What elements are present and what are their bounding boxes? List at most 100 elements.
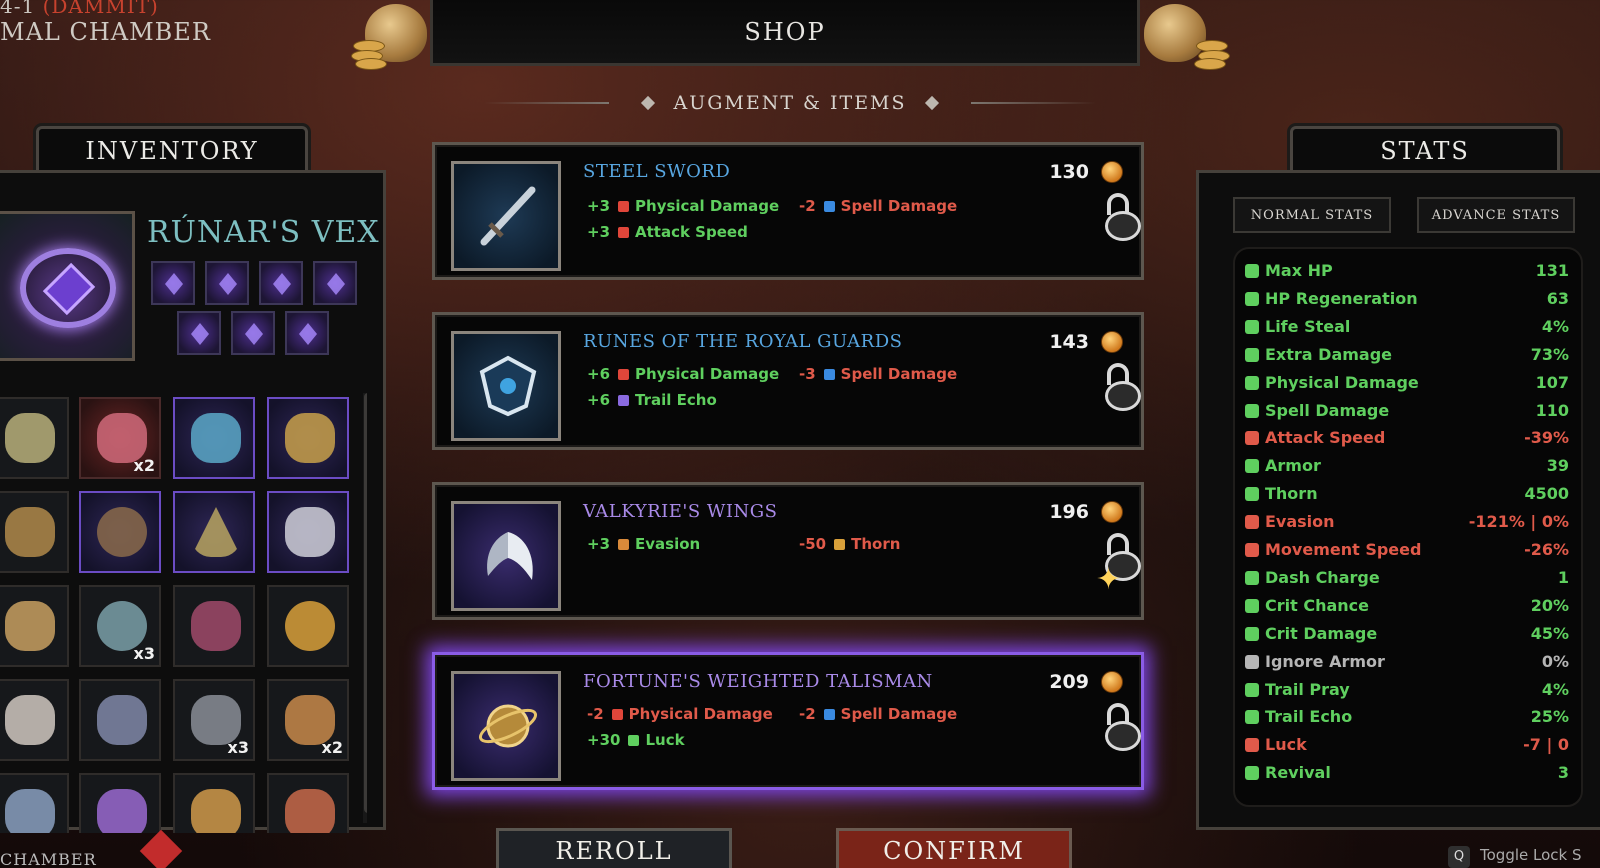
spell-damage-icon: [823, 369, 835, 380]
trail-echo-icon: [618, 395, 630, 406]
stat-icon: [1245, 766, 1259, 781]
sparkle-icon: ✦: [1095, 562, 1121, 597]
stat-row: Armor 39: [1245, 454, 1569, 480]
stat-row: Luck -7 | 0: [1245, 733, 1569, 759]
stat-icon: [1245, 431, 1259, 446]
inventory-slot[interactable]: [173, 397, 255, 479]
shop-item-card[interactable]: VALKYRIE'S WINGS 196 +3 Evasion -50 Thorn …: [432, 482, 1144, 620]
evasion-icon: [618, 539, 630, 550]
stat-row: Extra Damage 73%: [1245, 343, 1569, 369]
item-stat: -2 Physical Damage: [587, 705, 773, 723]
stat-row: Physical Damage 107: [1245, 371, 1569, 397]
inventory-panel: RÚNAR'S VEX x2 x3 x3 x2: [0, 170, 386, 833]
shop-item-card-selected[interactable]: FORTUNE'S WEIGHTED TALISMAN 209 -2 Physic…: [432, 652, 1144, 790]
stat-row: Trail Echo 25%: [1245, 705, 1569, 731]
stat-icon: [1245, 403, 1259, 418]
stat-icon: [1245, 738, 1259, 753]
rune-slot[interactable]: [285, 311, 329, 355]
rune-slot[interactable]: [231, 311, 275, 355]
inventory-slot[interactable]: [267, 585, 349, 667]
item-stat: +6 Trail Echo: [587, 391, 717, 409]
stat-row: Thorn 4500: [1245, 482, 1569, 508]
inventory-scrollbar[interactable]: [363, 393, 367, 823]
inventory-slot[interactable]: [173, 773, 255, 833]
inventory-slot[interactable]: [267, 491, 349, 573]
chamber-badge-icon: [139, 829, 183, 868]
stat-row: Trail Pray 4%: [1245, 678, 1569, 704]
talisman-icon: [451, 671, 561, 781]
inventory-slot[interactable]: [173, 491, 255, 573]
lock-icon[interactable]: [1101, 193, 1141, 241]
inventory-slot[interactable]: x2: [267, 679, 349, 761]
coin-icon: [1101, 671, 1123, 693]
stat-row: Ignore Armor 0%: [1245, 650, 1569, 676]
item-stat: +3 Evasion: [587, 535, 701, 553]
reroll-button[interactable]: REROLL: [496, 828, 732, 868]
lock-icon[interactable]: [1101, 363, 1141, 411]
rune-slot[interactable]: [177, 311, 221, 355]
coin-bag-icon: [345, 0, 435, 70]
chamber-label: MAL CHAMBER: [0, 18, 211, 46]
inventory-slot[interactable]: [0, 397, 69, 479]
inventory-slot[interactable]: [79, 491, 161, 573]
shop-item-card[interactable]: STEEL SWORD 130 +3 Physical Damage -2 Spel…: [432, 142, 1144, 280]
stat-row: Life Steal 4%: [1245, 315, 1569, 341]
shop-item-card[interactable]: RUNES OF THE ROYAL GUARDS 143 +6 Physical…: [432, 312, 1144, 450]
wings-icon: [451, 501, 561, 611]
shop-subtitle: AUGMENT & ITEMS: [470, 88, 1110, 118]
lock-icon[interactable]: [1101, 703, 1141, 751]
hero-name: RÚNAR'S VEX: [147, 215, 380, 250]
inventory-slot[interactable]: x3: [173, 679, 255, 761]
physical-damage-icon: [618, 201, 630, 212]
stat-icon: [1245, 487, 1259, 502]
inventory-slot[interactable]: x2: [79, 397, 161, 479]
hero-portrait[interactable]: [0, 211, 135, 361]
stat-icon: [1245, 598, 1259, 613]
spell-damage-icon: [823, 709, 835, 720]
tab-advance-stats[interactable]: ADVANCE STATS: [1417, 197, 1575, 233]
stat-icon: [1245, 570, 1259, 585]
stat-icon: [1245, 291, 1259, 306]
coin-bag-icon: [1140, 0, 1230, 70]
inventory-slot[interactable]: [0, 585, 69, 667]
floor-label: 4-1 (DAMMIT): [0, 0, 159, 18]
item-name: STEEL SWORD: [583, 161, 731, 182]
shield-icon: [451, 331, 561, 441]
item-stat: -50 Thorn: [799, 535, 901, 553]
confirm-button[interactable]: CONFIRM: [836, 828, 1072, 868]
luck-icon: [628, 735, 640, 746]
inventory-slot[interactable]: [0, 491, 69, 573]
stat-row: Spell Damage 110: [1245, 399, 1569, 425]
stat-row: Attack Speed -39%: [1245, 426, 1569, 452]
coin-icon: [1101, 161, 1123, 183]
inventory-slot[interactable]: [0, 773, 69, 833]
tab-normal-stats[interactable]: NORMAL STATS: [1233, 197, 1391, 233]
chamber-footer-label: CHAMBER: [0, 850, 97, 868]
inventory-slot[interactable]: [173, 585, 255, 667]
inventory-slot[interactable]: [267, 773, 349, 833]
stat-row: Evasion -121% | 0%: [1245, 510, 1569, 536]
shop-title: SHOP: [430, 0, 1140, 66]
inventory-slot[interactable]: [0, 679, 69, 761]
rune-slot[interactable]: [151, 261, 195, 305]
rune-slot[interactable]: [259, 261, 303, 305]
stat-row: HP Regeneration 63: [1245, 287, 1569, 313]
item-price: 143: [1049, 331, 1089, 353]
inventory-slot[interactable]: [79, 773, 161, 833]
stat-icon: [1245, 682, 1259, 697]
stat-icon: [1245, 515, 1259, 530]
spell-damage-icon: [823, 201, 835, 212]
stat-icon: [1245, 319, 1259, 334]
inventory-slot[interactable]: x3: [79, 585, 161, 667]
inventory-slot[interactable]: [267, 397, 349, 479]
rune-slot[interactable]: [313, 261, 357, 305]
item-price: 196: [1049, 501, 1089, 523]
stat-icon: [1245, 264, 1259, 278]
thorn-icon: [834, 539, 846, 550]
item-price: 209: [1049, 671, 1089, 693]
rune-slot[interactable]: [205, 261, 249, 305]
item-stat: -2 Spell Damage: [799, 705, 958, 723]
physical-damage-icon: [611, 709, 623, 720]
inventory-slot[interactable]: [79, 679, 161, 761]
stat-row: Crit Damage 45%: [1245, 622, 1569, 648]
